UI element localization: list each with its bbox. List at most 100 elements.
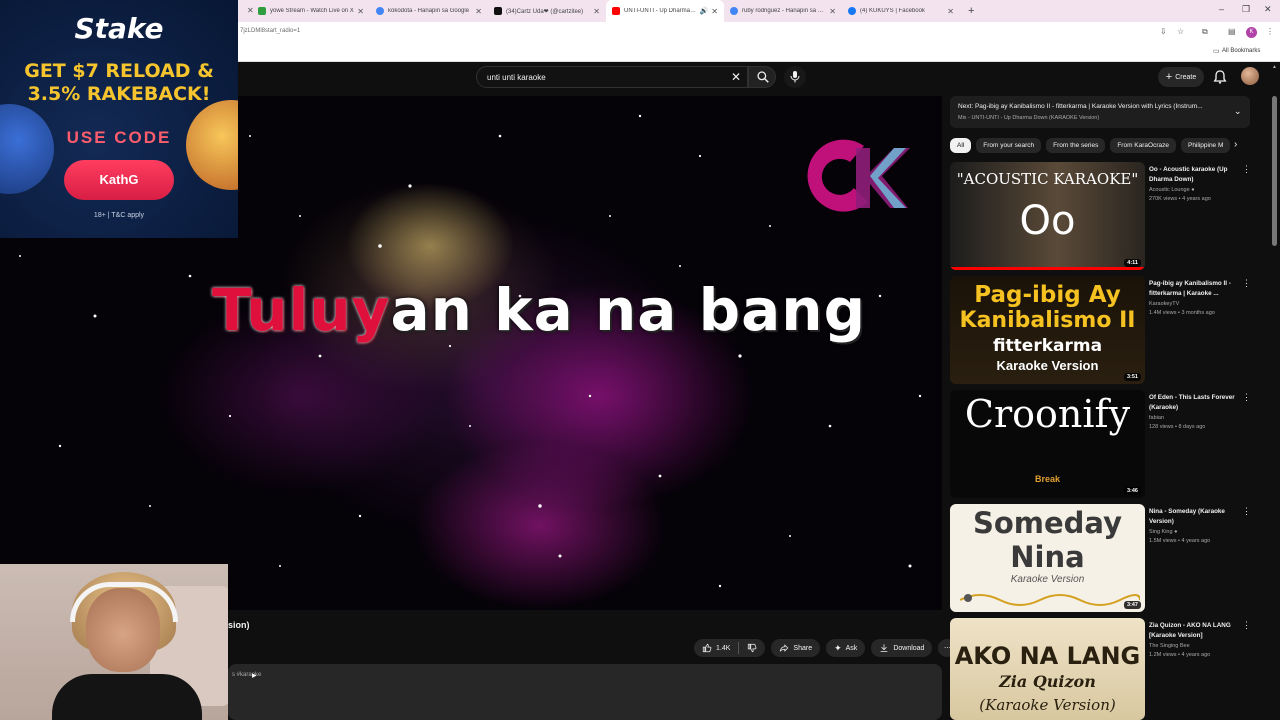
video-thumbnail[interactable]: "ACOUSTIC KARAOKE" Oo 4:11	[950, 162, 1145, 270]
more-vertical-icon[interactable]: ⋮	[1242, 278, 1251, 289]
recommendation-title[interactable]: Oo - Acoustic karaoke (Up Dharma Down)	[1149, 165, 1241, 184]
video-thumbnail[interactable]: Pag-ibig Ay Kanibalismo II fitterkarma K…	[950, 276, 1145, 384]
chevron-right-icon[interactable]: ›	[1234, 139, 1237, 150]
notifications-bell-icon[interactable]	[1212, 69, 1228, 85]
chip-from-your-search[interactable]: From your search	[976, 138, 1042, 153]
recommendation-title[interactable]: Pag-ibig ay Kanibalismo II - fitterkarma…	[1149, 279, 1241, 298]
recommendation-item[interactable]: "ACOUSTIC KARAOKE" Oo 4:11 Oo - Acoustic…	[950, 162, 1260, 270]
video-thumbnail[interactable]: Someday Nina Karaoke Version 3:47	[950, 504, 1145, 612]
recommendation-meta: 1.4M views • 3 months ago	[1149, 310, 1215, 316]
new-tab-icon[interactable]: +	[968, 5, 974, 17]
more-vertical-icon[interactable]: ⋮	[1242, 164, 1251, 175]
restore-icon[interactable]: ❐	[1242, 4, 1250, 15]
recommendation-channel[interactable]: Sing King ●	[1149, 529, 1241, 535]
filter-chips: All From your search From the series Fro…	[950, 138, 1250, 154]
recommendation-item[interactable]: Someday Nina Karaoke Version 3:47 Nina -…	[950, 504, 1260, 612]
bookmark-star-icon[interactable]: ☆	[1177, 27, 1184, 36]
close-icon[interactable]: ✕	[357, 7, 364, 16]
ad-ball-graphic	[0, 104, 54, 194]
youtube-icon	[612, 7, 620, 15]
recommendation-info: Of Eden - This Lasts Forever (Karaoke) f…	[1149, 393, 1241, 430]
thumbnail-text: Karaoke Version	[996, 358, 1099, 373]
browser-tab[interactable]: ruby rodriguez - Hanapin sa Google ✕	[724, 0, 842, 22]
close-icon[interactable]: ✕	[593, 7, 600, 16]
close-icon[interactable]: ✕	[829, 7, 836, 16]
speaker-icon[interactable]: 🔊	[700, 7, 709, 15]
share-button[interactable]: Share	[771, 639, 821, 657]
minimize-icon[interactable]: –	[1219, 4, 1224, 14]
recommendation-meta: 128 views • 8 days ago	[1149, 424, 1206, 430]
more-menu-icon[interactable]: ⋮	[1266, 27, 1274, 36]
browser-tab-active[interactable]: UNTI-UNTI - Up Dharma Down 🔊 ✕	[606, 0, 724, 22]
recommendation-channel[interactable]: fabian	[1149, 415, 1241, 421]
streamer-webcam-overlay	[0, 564, 228, 720]
close-icon[interactable]: ✕	[711, 7, 718, 16]
chevron-down-icon[interactable]: ⌄	[1234, 106, 1242, 117]
recommendation-title[interactable]: Nina - Someday (Karaoke Version)	[1149, 507, 1241, 526]
browser-window: { "tabs": [ {"title": "yowe Stream - Wat…	[0, 0, 1280, 720]
video-description-box[interactable]: s #karaoke	[228, 664, 942, 720]
recommendation-item[interactable]: AKO NA LANG Zia Quizon (Karaoke Version)…	[950, 618, 1260, 720]
browser-tab[interactable]: kokodota - Hanapin sa Google ✕	[370, 0, 488, 22]
ad-promo-code-button[interactable]: KathG	[64, 160, 174, 200]
browser-tab[interactable]: (34)Cartz Uda❤ (@cartzitee) ✕	[488, 0, 606, 22]
thumbs-down-icon[interactable]	[747, 643, 757, 653]
close-icon[interactable]: ✕	[475, 7, 482, 16]
url-text[interactable]: 7jzLDMl8start_radio=1	[240, 28, 300, 34]
close-icon[interactable]: ✕	[947, 7, 954, 16]
download-icon	[880, 644, 888, 652]
scroll-up-arrow-icon[interactable]: ▲	[1272, 64, 1277, 70]
install-icon[interactable]: ⇩	[1160, 27, 1167, 36]
stake-ad-overlay[interactable]: Stake GET $7 RELOAD & 3.5% RAKEBACK! USE…	[0, 0, 238, 238]
recommendation-info: Oo - Acoustic karaoke (Up Dharma Down) A…	[1149, 165, 1241, 202]
video-thumbnail[interactable]: Croonify Break 3:46	[950, 390, 1145, 498]
chip-from-the-series[interactable]: From the series	[1046, 138, 1106, 153]
ad-headline-line2: 3.5% RAKEBACK!	[27, 83, 211, 105]
up-next-panel[interactable]: Next: Pag-ibig ay Kanibalismo II - fitte…	[950, 96, 1250, 128]
chip-from-karaocraze[interactable]: From KaraOcraze	[1110, 138, 1176, 153]
all-bookmarks-link[interactable]: All Bookmarks	[1222, 48, 1260, 54]
share-icon	[780, 644, 789, 652]
browser-tab[interactable]: yowe Stream - Watch Live on X ✕	[252, 0, 370, 22]
thumbnail-text: Oo	[1019, 198, 1076, 244]
recommendation-channel[interactable]: The Singing Bee	[1149, 643, 1241, 649]
like-button[interactable]: 1.4K	[694, 639, 766, 657]
recommendation-title[interactable]: Zia Quizon - AKO NA LANG [Karaoke Versio…	[1149, 621, 1241, 640]
more-vertical-icon[interactable]: ⋮	[1242, 392, 1251, 403]
recommendation-channel[interactable]: KaraokeyTV	[1149, 301, 1241, 307]
recommendation-item[interactable]: Pag-ibig Ay Kanibalismo II fitterkarma K…	[950, 276, 1260, 384]
sparkle-icon: ✦	[834, 642, 842, 653]
extensions-icon[interactable]: ⧉	[1202, 27, 1208, 37]
chip-all[interactable]: All	[950, 138, 972, 153]
pill-divider	[738, 642, 740, 654]
more-vertical-icon[interactable]: ⋮	[1242, 620, 1251, 631]
profile-avatar[interactable]: K	[1246, 27, 1257, 38]
recommendation-item[interactable]: Croonify Break 3:46 Of Eden - This Lasts…	[950, 390, 1260, 498]
more-vertical-icon[interactable]: ⋮	[1242, 506, 1251, 517]
thumbnail-text: AKO NA LANG	[954, 642, 1141, 670]
page-scrollbar[interactable]	[1272, 96, 1277, 246]
search-button[interactable]	[748, 66, 776, 88]
clear-search-icon[interactable]: ✕	[731, 70, 741, 84]
lyric-upcoming-part: an ka na bang	[390, 276, 867, 344]
account-avatar[interactable]	[1241, 67, 1259, 85]
recommendation-info: Pag-ibig ay Kanibalismo II - fitterkarma…	[1149, 279, 1241, 316]
tab-title: yowe Stream - Watch Live on X	[270, 8, 354, 14]
recommendation-channel[interactable]: Acoustic Lounge ●	[1149, 187, 1241, 193]
ad-headline-line1: GET $7 RELOAD &	[24, 60, 214, 82]
like-count: 1.4K	[716, 644, 731, 652]
search-icon	[757, 71, 769, 83]
video-title: sion)	[228, 620, 250, 630]
voice-search-button[interactable]	[784, 66, 806, 88]
download-button[interactable]: Download	[871, 639, 933, 657]
sidebar-icon[interactable]: ▤	[1228, 27, 1236, 36]
recommendation-title[interactable]: Of Eden - This Lasts Forever (Karaoke)	[1149, 393, 1241, 412]
chip-philippine[interactable]: Philippine M	[1180, 138, 1231, 153]
browser-tab[interactable]: (4) KUKUYS | Facebook ✕	[842, 0, 960, 22]
video-thumbnail[interactable]: AKO NA LANG Zia Quizon (Karaoke Version)	[950, 618, 1145, 720]
up-next-playlist: Mix - UNTI-UNTI - Up Dharma Down (KARAOK…	[958, 115, 1100, 121]
ask-button[interactable]: ✦ Ask	[826, 639, 866, 657]
create-button[interactable]: + Create	[1158, 67, 1204, 87]
close-window-icon[interactable]: ✕	[1264, 4, 1272, 15]
search-input[interactable]: unti unti karaoke ✕	[476, 66, 748, 88]
